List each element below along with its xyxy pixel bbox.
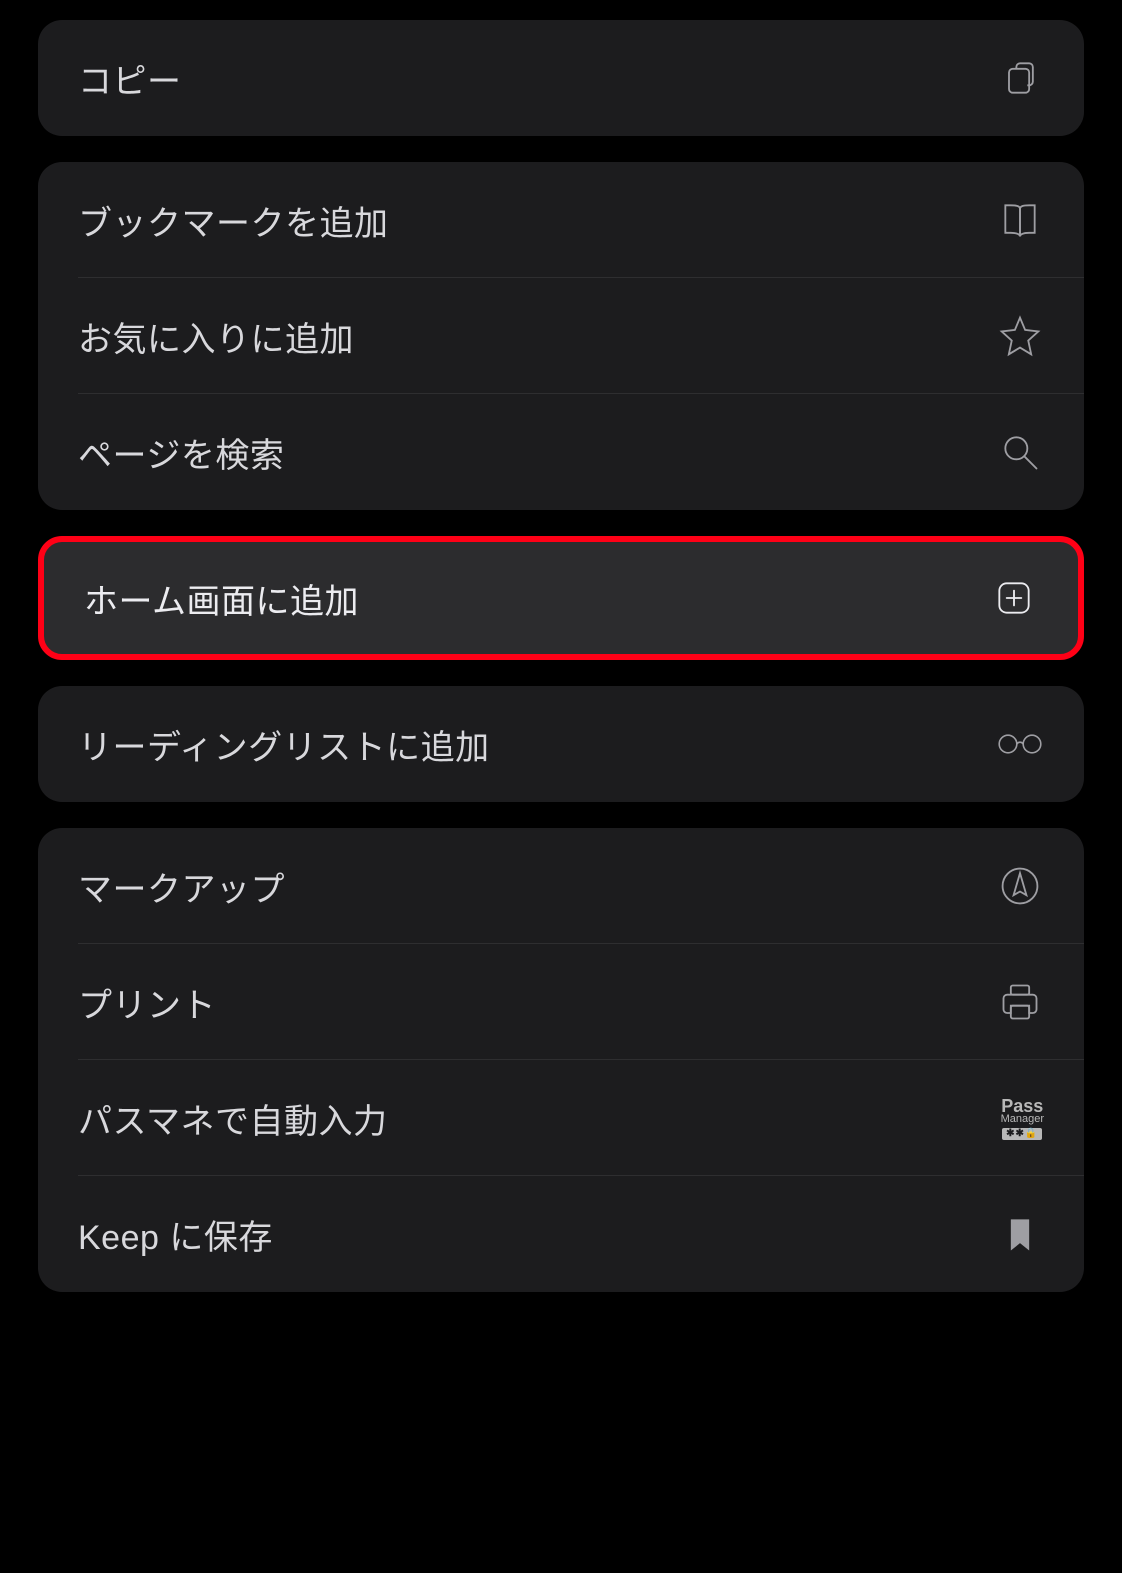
menu-item-label: ブックマークを追加	[78, 196, 389, 245]
menu-item-add-to-reading-list[interactable]: リーディングリストに追加	[38, 686, 1084, 802]
print-icon	[996, 978, 1044, 1026]
menu-item-label: リーディングリストに追加	[78, 720, 490, 769]
book-icon	[996, 196, 1044, 244]
menu-item-find-on-page[interactable]: ページを検索	[38, 394, 1084, 510]
markup-icon	[996, 862, 1044, 910]
menu-item-save-to-keep[interactable]: Keep に保存	[38, 1176, 1084, 1292]
menu-item-label: ページを検索	[78, 428, 284, 477]
menu-item-print[interactable]: プリント	[38, 944, 1084, 1060]
menu-item-copy[interactable]: コピー	[38, 20, 1084, 136]
copy-icon	[996, 54, 1044, 102]
menu-group: リーディングリストに追加	[38, 686, 1084, 802]
menu-item-passmanager-autofill[interactable]: パスマネで自動入力 Pass Manager ✱✱🔒	[38, 1060, 1084, 1176]
menu-item-label: Keep に保存	[78, 1210, 273, 1259]
menu-group: マークアップ プリント パスマネで自動入力 Pass Manager ✱✱🔒 K…	[38, 828, 1084, 1292]
menu-item-label: ホーム画面に追加	[84, 574, 359, 623]
menu-item-label: プリント	[78, 978, 216, 1027]
menu-item-add-bookmark[interactable]: ブックマークを追加	[38, 162, 1084, 278]
glasses-icon	[996, 720, 1044, 768]
menu-item-label: コピー	[78, 54, 182, 103]
menu-group: コピー	[38, 20, 1084, 136]
menu-item-add-to-home[interactable]: ホーム画面に追加	[44, 544, 1078, 652]
search-icon	[996, 428, 1044, 476]
star-icon	[996, 312, 1044, 360]
plus-square-icon	[990, 574, 1038, 622]
menu-item-label: パスマネで自動入力	[78, 1094, 387, 1143]
menu-item-label: お気に入りに追加	[78, 312, 354, 361]
passmanager-icon: Pass Manager ✱✱🔒	[1001, 1097, 1044, 1140]
menu-item-add-favorite[interactable]: お気に入りに追加	[38, 278, 1084, 394]
menu-group: ブックマークを追加 お気に入りに追加 ページを検索	[38, 162, 1084, 510]
bookmark-fill-icon	[996, 1210, 1044, 1258]
menu-item-markup[interactable]: マークアップ	[38, 828, 1084, 944]
menu-group-highlighted: ホーム画面に追加	[38, 536, 1084, 660]
menu-item-label: マークアップ	[78, 862, 285, 911]
